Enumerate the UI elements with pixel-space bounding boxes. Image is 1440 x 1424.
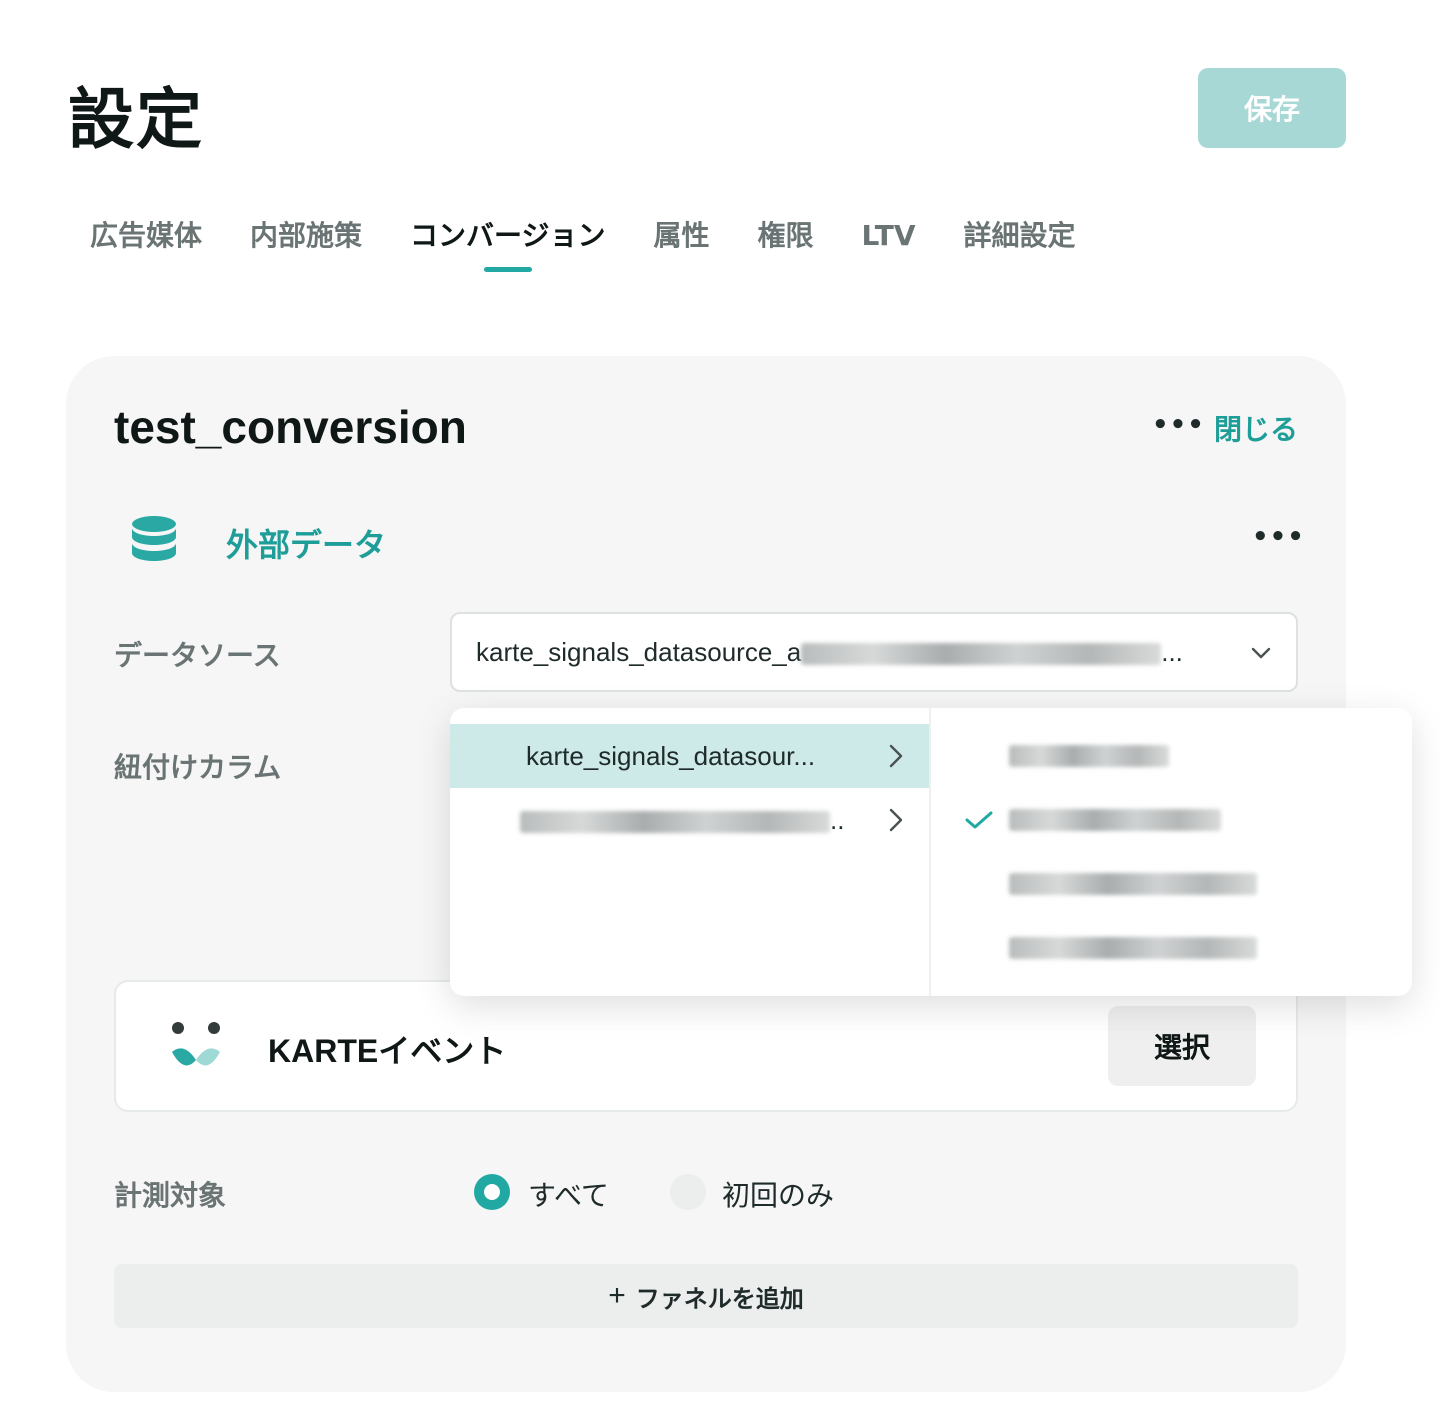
close-link[interactable]: 閉じる bbox=[1214, 408, 1298, 448]
page-title: 設定 bbox=[68, 81, 204, 158]
more-horizontal-icon[interactable]: ••• bbox=[1252, 522, 1305, 552]
dropdown-column-item[interactable] bbox=[931, 916, 1412, 980]
plus-icon: + bbox=[608, 1279, 626, 1312]
karte-event-label: KARTEイベント bbox=[268, 1033, 507, 1069]
tab-permissions[interactable]: 権限 bbox=[758, 214, 814, 274]
dropdown-column-item[interactable] bbox=[931, 852, 1412, 916]
chevron-right-icon bbox=[889, 808, 903, 832]
datasource-select[interactable]: karte_signals_datasource_a... bbox=[450, 612, 1298, 692]
add-funnel-button[interactable]: + ファネルを追加 bbox=[114, 1264, 1298, 1328]
dropdown-column-item[interactable] bbox=[931, 788, 1412, 852]
tab-internal-measures[interactable]: 内部施策 bbox=[250, 214, 362, 274]
more-horizontal-icon[interactable]: ••• bbox=[1152, 410, 1205, 440]
tab-bar: 広告媒体 内部施策 コンバージョン 属性 権限 LTV 詳細設定 bbox=[90, 214, 1124, 278]
radio-all-label: すべて bbox=[528, 1179, 609, 1212]
karte-event-box: KARTEイベント 選択 bbox=[114, 980, 1298, 1112]
dropdown-datasource-column: karte_signals_datasour... .. bbox=[450, 708, 931, 996]
radio-first-only-label: 初回のみ bbox=[722, 1179, 835, 1212]
check-icon bbox=[965, 811, 993, 829]
dropdown-column-item[interactable] bbox=[931, 724, 1412, 788]
dropdown-datasource-item[interactable]: karte_signals_datasour... bbox=[450, 724, 929, 788]
datasource-value: karte_signals_datasource_a... bbox=[476, 636, 1183, 667]
radio-first-only[interactable] bbox=[670, 1174, 706, 1210]
radio-all[interactable] bbox=[474, 1174, 510, 1210]
select-button[interactable]: 選択 bbox=[1108, 1006, 1256, 1086]
save-button[interactable]: 保存 bbox=[1198, 68, 1346, 148]
tab-attributes[interactable]: 属性 bbox=[653, 214, 709, 274]
dropdown-datasource-item[interactable]: .. bbox=[450, 788, 929, 852]
database-icon bbox=[132, 516, 176, 561]
tab-ad-media[interactable]: 広告媒体 bbox=[90, 214, 202, 274]
external-data-title: 外部データ bbox=[226, 526, 387, 564]
chevron-down-icon bbox=[1251, 647, 1271, 659]
datasource-label: データソース bbox=[114, 639, 281, 672]
tab-advanced-settings[interactable]: 詳細設定 bbox=[964, 214, 1076, 274]
tab-ltv[interactable]: LTV bbox=[862, 214, 916, 274]
tab-conversion[interactable]: コンバージョン bbox=[410, 214, 605, 274]
dropdown-column-list bbox=[931, 708, 1412, 996]
measurement-label: 計測対象 bbox=[114, 1179, 227, 1212]
link-column-label: 紐付けカラム bbox=[114, 751, 282, 784]
active-tab-indicator bbox=[483, 267, 532, 272]
karte-logo-icon bbox=[172, 1022, 220, 1066]
conversion-title: test_conversion bbox=[114, 401, 467, 453]
datasource-dropdown: karte_signals_datasour... .. bbox=[450, 708, 1412, 996]
chevron-right-icon bbox=[889, 744, 903, 768]
